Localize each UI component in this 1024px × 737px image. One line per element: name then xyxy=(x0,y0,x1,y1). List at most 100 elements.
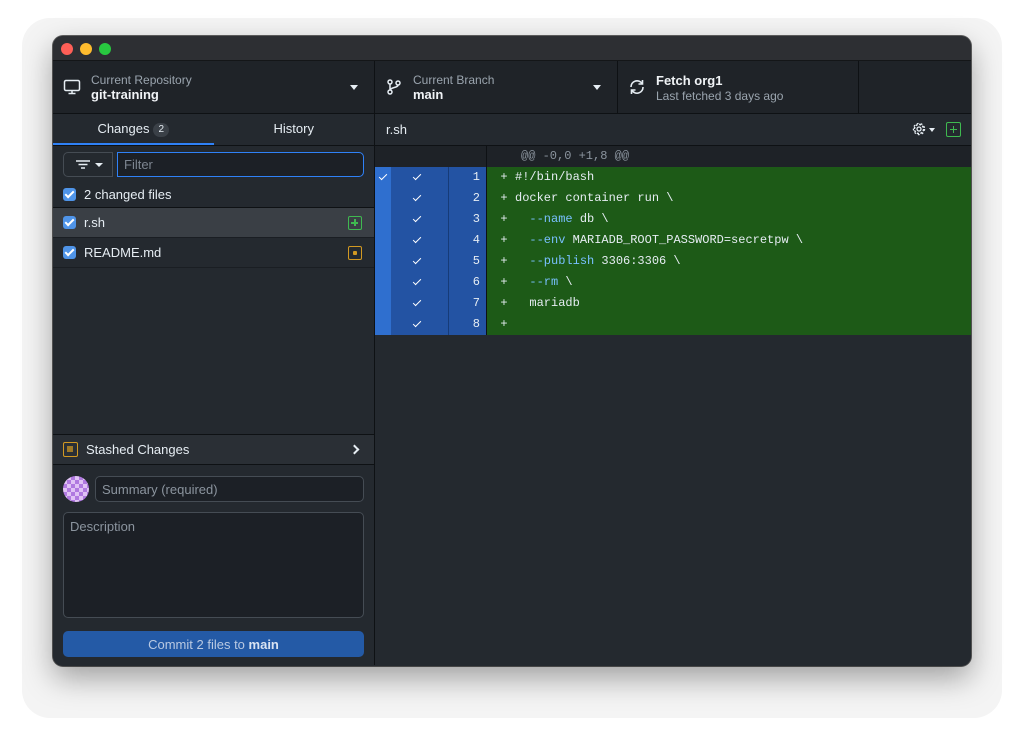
file-checkbox[interactable] xyxy=(63,216,76,229)
chevron-down-icon xyxy=(350,85,358,90)
diff-sign: + xyxy=(500,212,508,226)
sidebar-tabs: Changes 2 History xyxy=(53,114,374,146)
commit-form: Commit 2 files to main xyxy=(53,466,374,666)
check-icon xyxy=(412,276,422,286)
file-added-icon xyxy=(348,216,362,230)
branch-label: Current Branch xyxy=(413,73,495,87)
changes-count-badge: 2 xyxy=(153,123,170,137)
diff-line[interactable]: 8 + xyxy=(375,314,971,335)
diff-line[interactable]: 6 + --rm \ xyxy=(375,272,971,293)
diff-line[interactable]: 7 + mariadb xyxy=(375,293,971,314)
line-number: 1 xyxy=(449,167,487,188)
toolbar: Current Repository git-training Current … xyxy=(53,61,971,114)
diff-line[interactable]: 4 + --env MARIADB_ROOT_PASSWORD=secretpw… xyxy=(375,230,971,251)
filter-input[interactable] xyxy=(117,151,364,177)
check-icon xyxy=(412,171,422,181)
diff-pane: r.sh @@ -0,0 +1,8 @@ 1 + #!/bin/bash 2 +… xyxy=(375,114,971,665)
title-bar xyxy=(53,36,971,61)
diff-sign: + xyxy=(500,296,508,310)
diff-line[interactable]: 1 + #!/bin/bash xyxy=(375,167,971,188)
changed-files-count: 2 changed files xyxy=(84,187,172,202)
line-number: 3 xyxy=(449,209,487,230)
commit-button-branch: main xyxy=(248,636,279,652)
code-line: mariadb xyxy=(515,296,580,310)
fetch-origin-button[interactable]: Fetch org1 Last fetched 3 days ago xyxy=(618,61,859,113)
diff-line[interactable]: 2 + docker container run \ xyxy=(375,188,971,209)
diff-line[interactable]: 5 + --publish 3306:3306 \ xyxy=(375,251,971,272)
check-icon xyxy=(412,255,422,265)
repository-label: Current Repository xyxy=(91,73,192,87)
chevron-down-icon xyxy=(593,85,601,90)
file-row-r-sh[interactable]: r.sh xyxy=(53,208,374,238)
diff-sign: + xyxy=(500,275,508,289)
check-icon xyxy=(412,318,422,328)
filter-row xyxy=(53,146,374,182)
summary-input[interactable] xyxy=(95,476,364,502)
code-line: #!/bin/bash xyxy=(515,170,595,184)
stashed-changes-label: Stashed Changes xyxy=(86,442,190,457)
chevron-right-icon xyxy=(349,444,360,455)
code-line: docker container run \ xyxy=(515,191,674,205)
line-number: 4 xyxy=(449,230,487,251)
filter-options-button[interactable] xyxy=(63,151,113,177)
stash-icon xyxy=(63,442,78,457)
git-branch-icon xyxy=(387,79,401,95)
zoom-window-button[interactable] xyxy=(99,43,111,55)
code-line: --publish 3306:3306 \ xyxy=(529,254,681,268)
file-row-readme[interactable]: README.md xyxy=(53,238,374,268)
diff-sign: + xyxy=(500,170,508,184)
commit-button-label: Commit 2 files to xyxy=(148,636,249,652)
chevron-down-icon xyxy=(929,128,935,132)
changed-files-header: 2 changed files xyxy=(53,182,374,208)
current-repository-button[interactable]: Current Repository git-training xyxy=(53,61,375,113)
line-number: 8 xyxy=(449,314,487,335)
file-name: README.md xyxy=(84,245,162,260)
diff-table: @@ -0,0 +1,8 @@ 1 + #!/bin/bash 2 + dock… xyxy=(375,146,971,335)
check-icon xyxy=(378,171,388,181)
line-number: 2 xyxy=(449,188,487,209)
check-icon xyxy=(412,297,422,307)
line-number: 5 xyxy=(449,251,487,272)
diff-sign: + xyxy=(500,233,508,247)
select-all-checkbox[interactable] xyxy=(63,188,76,201)
file-checkbox[interactable] xyxy=(63,246,76,259)
hunk-header-text: @@ -0,0 +1,8 @@ xyxy=(521,149,630,163)
diff-line[interactable]: 3 + --name db \ xyxy=(375,209,971,230)
file-name: r.sh xyxy=(84,215,105,230)
tab-history[interactable]: History xyxy=(214,114,375,145)
diff-file-name: r.sh xyxy=(386,122,407,137)
sidebar: Changes 2 History Filter 2 changed files… xyxy=(53,114,375,665)
description-field[interactable] xyxy=(63,512,364,618)
diff-sign: + xyxy=(500,317,508,331)
expand-diff-icon[interactable] xyxy=(946,122,961,137)
app-window: Current Repository git-training Current … xyxy=(53,36,971,666)
tab-changes[interactable]: Changes 2 xyxy=(53,114,214,145)
fetch-title: Fetch org1 xyxy=(656,73,723,88)
sync-icon xyxy=(630,80,644,94)
code-line: --name db \ xyxy=(529,212,609,226)
close-window-button[interactable] xyxy=(61,43,73,55)
line-number: 7 xyxy=(449,293,487,314)
hunk-header[interactable]: @@ -0,0 +1,8 @@ xyxy=(375,146,971,167)
code-line: --env MARIADB_ROOT_PASSWORD=secretpw \ xyxy=(529,233,804,247)
current-branch-button[interactable]: Current Branch main xyxy=(375,61,618,113)
tab-changes-label: Changes xyxy=(97,121,150,136)
file-modified-icon xyxy=(348,246,362,260)
stashed-changes-button[interactable]: Stashed Changes xyxy=(53,434,374,465)
code-line: --rm \ xyxy=(529,275,573,289)
commit-button[interactable]: Commit 2 files to main xyxy=(63,631,364,657)
line-number: 6 xyxy=(449,272,487,293)
avatar xyxy=(63,476,89,502)
check-icon xyxy=(412,213,422,223)
diff-header: r.sh xyxy=(375,114,971,146)
gear-icon[interactable] xyxy=(911,121,927,137)
check-icon xyxy=(412,192,422,202)
check-icon xyxy=(412,234,422,244)
monitor-icon xyxy=(63,79,81,95)
diff-sign: + xyxy=(500,191,508,205)
last-fetched-text: Last fetched 3 days ago xyxy=(656,89,784,103)
branch-name: main xyxy=(413,87,444,102)
repository-name: git-training xyxy=(91,87,159,102)
filter-icon xyxy=(76,159,103,169)
minimize-window-button[interactable] xyxy=(80,43,92,55)
